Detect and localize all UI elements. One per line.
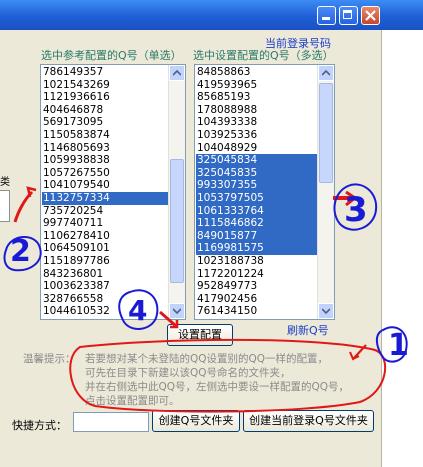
list-item[interactable]: 1150583874 (42, 129, 169, 142)
list-item[interactable]: 1169981575 (196, 242, 318, 255)
list-item[interactable]: 325045835 (196, 166, 318, 180)
list-item[interactable]: 569173095 (42, 116, 169, 129)
list-item[interactable]: 404646878 (42, 104, 169, 117)
left-scroll-thumb[interactable] (170, 159, 184, 283)
list-item[interactable]: 1121936616 (42, 91, 169, 104)
create-current-login-folder-button[interactable]: 创建当前登录Q号文件夹 (243, 410, 374, 432)
tip-line-2: 可先在目录下新建以该QQ号命名的文件夹， (85, 367, 291, 379)
shortcut-input[interactable] (73, 412, 149, 432)
refresh-qq-link[interactable]: 刷新Q号 (287, 322, 329, 338)
list-item[interactable]: 993307355 (196, 179, 318, 192)
annotation-two: 2 (10, 234, 31, 269)
list-item[interactable]: 1146805693 (42, 142, 169, 155)
list-item[interactable]: 1053797505 (196, 191, 318, 205)
tip-title: 温馨提示： (23, 353, 76, 365)
annotation-one: 1 (388, 328, 409, 363)
list-item[interactable]: 1132757334 (42, 191, 169, 205)
list-item[interactable]: 103925336 (196, 129, 318, 142)
list-item[interactable]: 1106278410 (42, 230, 169, 243)
list-item[interactable]: 735720254 (42, 205, 169, 218)
list-item[interactable]: 178088988 (196, 104, 318, 117)
annotation-four: 4 (128, 294, 148, 327)
right-list-items: 84858863 419593965 85685193 178088988 104393… (196, 66, 318, 319)
list-item[interactable]: 786149357 (42, 66, 169, 79)
list-item[interactable]: 1057267550 (42, 167, 169, 180)
create-qq-folder-button[interactable]: 创建Q号文件夹 (152, 410, 240, 432)
right-scroll-thumb[interactable] (319, 83, 333, 183)
list-item[interactable]: 104393338 (196, 116, 318, 129)
list-item[interactable]: 952849773 (196, 280, 318, 293)
list-item[interactable]: 85685193 (196, 91, 318, 104)
maximize-icon[interactable] (339, 6, 358, 25)
list-item[interactable]: 1061333764 (196, 204, 318, 218)
scroll-up-icon[interactable] (169, 65, 185, 81)
list-item[interactable]: 761434150 (196, 305, 318, 318)
list-item[interactable]: 1064509101 (42, 242, 169, 255)
list-item[interactable]: 419593965 (196, 79, 318, 92)
list-item[interactable]: 328766558 (42, 293, 169, 306)
minimize-icon[interactable] (317, 6, 336, 25)
scroll-up-icon[interactable] (318, 65, 334, 81)
list-item[interactable]: 1059938838 (42, 154, 169, 167)
set-config-button[interactable]: 设置配置 (167, 324, 233, 346)
shortcut-label: 快捷方式： (12, 419, 67, 432)
list-item[interactable]: 1172201224 (196, 268, 318, 281)
list-item[interactable]: 1044610532 (42, 305, 169, 318)
left-list-scrollbar[interactable] (168, 65, 185, 319)
background-margin (382, 30, 423, 467)
list-item[interactable]: 1021543269 (42, 79, 169, 92)
list-item[interactable]: 1023188738 (196, 255, 318, 268)
title-bar (0, 0, 423, 30)
left-list-label: 选中参考配置的Q号（单选） (41, 49, 182, 62)
tip-line-1: 若要想对某个未登陆的QQ设置别的QQ一样的配置， (85, 353, 329, 365)
list-item[interactable]: 1151897786 (42, 255, 169, 268)
close-icon[interactable] (361, 6, 380, 25)
list-item[interactable]: 104048929 (196, 142, 318, 155)
left-qq-list[interactable]: 786149357 1021543269 1121936616 404646878 56… (40, 64, 186, 320)
list-item[interactable]: 997740711 (42, 217, 169, 230)
tip-line-3: 并在右侧选中此QQ号，左侧选中要设一样配置的QQ号， (85, 381, 350, 393)
scroll-down-icon[interactable] (169, 303, 185, 319)
right-list-scrollbar[interactable] (317, 65, 334, 319)
list-item[interactable]: 1132718816 (42, 318, 169, 319)
right-list-label: 选中设置配置的Q号（多选） (193, 49, 334, 62)
list-item[interactable]: 1041079540 (42, 179, 169, 192)
partial-left-text: 类 (0, 177, 10, 188)
list-item[interactable]: 1131445628 (196, 318, 318, 319)
list-item[interactable]: 849015877 (196, 229, 318, 243)
list-item[interactable]: 1115846862 (196, 217, 318, 230)
partial-control (0, 190, 10, 222)
list-item[interactable]: 84858863 (196, 66, 318, 79)
list-item[interactable]: 325045834 (196, 154, 318, 167)
list-item[interactable]: 1003623387 (42, 280, 169, 293)
left-list-items: 786149357 1021543269 1121936616 404646878 56… (42, 66, 169, 319)
annotation-three: 3 (344, 190, 368, 230)
right-qq-list[interactable]: 84858863 419593965 85685193 178088988 104393… (194, 64, 335, 320)
scroll-down-icon[interactable] (318, 303, 334, 319)
list-item[interactable]: 843236801 (42, 268, 169, 281)
tip-line-4: 点击设置配置即可。 (85, 395, 180, 407)
list-item[interactable]: 417902456 (196, 293, 318, 306)
